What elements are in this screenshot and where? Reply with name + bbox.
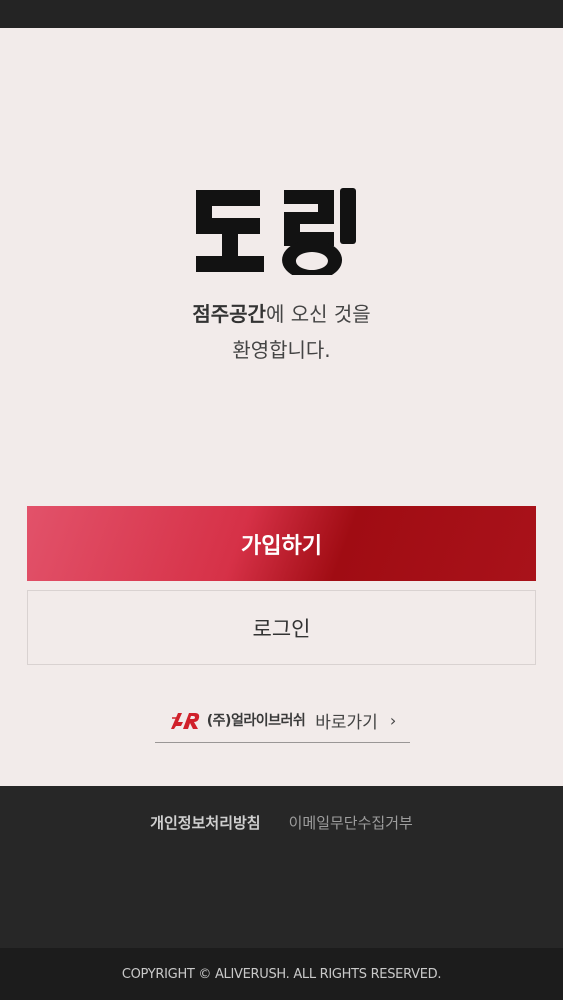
email-refusal-link[interactable]: 이메일무단수집거부: [289, 812, 413, 833]
welcome-line-1: 점주공간에 오신 것을: [0, 296, 563, 332]
welcome-line-2: 환영합니다.: [232, 338, 331, 362]
login-button-label: 로그인: [252, 616, 311, 641]
company-name: (주)얼라이브러쉬: [206, 713, 306, 729]
chevron-right-icon: ›: [389, 710, 397, 730]
welcome-line-1-rest: 에 오신 것을: [265, 302, 371, 326]
copyright-text: COPYRIGHT © ALIVERUSH. ALL RIGHTS RESERV…: [121, 966, 442, 982]
status-bar: [0, 0, 563, 28]
welcome-highlight: 점주공간: [192, 302, 266, 326]
signup-button-label: 가입하기: [241, 533, 322, 559]
footer: [0, 786, 563, 948]
welcome-message: 점주공간에 오신 것을 환영합니다.: [0, 296, 563, 368]
copyright-bar: COPYRIGHT © ALIVERUSH. ALL RIGHTS RESERV…: [0, 948, 563, 1000]
shortcut-label: 바로가기: [315, 712, 378, 733]
company-shortcut-link[interactable]: (주)얼라이브러쉬 바로가기 ›: [155, 698, 410, 743]
main-content: [0, 28, 563, 786]
brand-logo: [196, 188, 356, 275]
login-button[interactable]: 로그인: [27, 590, 536, 665]
signup-button[interactable]: 가입하기: [27, 506, 536, 581]
footer-links: 개인정보처리방침 이메일무단수집거부: [0, 812, 563, 833]
company-logo-icon: [170, 713, 199, 729]
privacy-policy-link[interactable]: 개인정보처리방침: [150, 812, 260, 833]
